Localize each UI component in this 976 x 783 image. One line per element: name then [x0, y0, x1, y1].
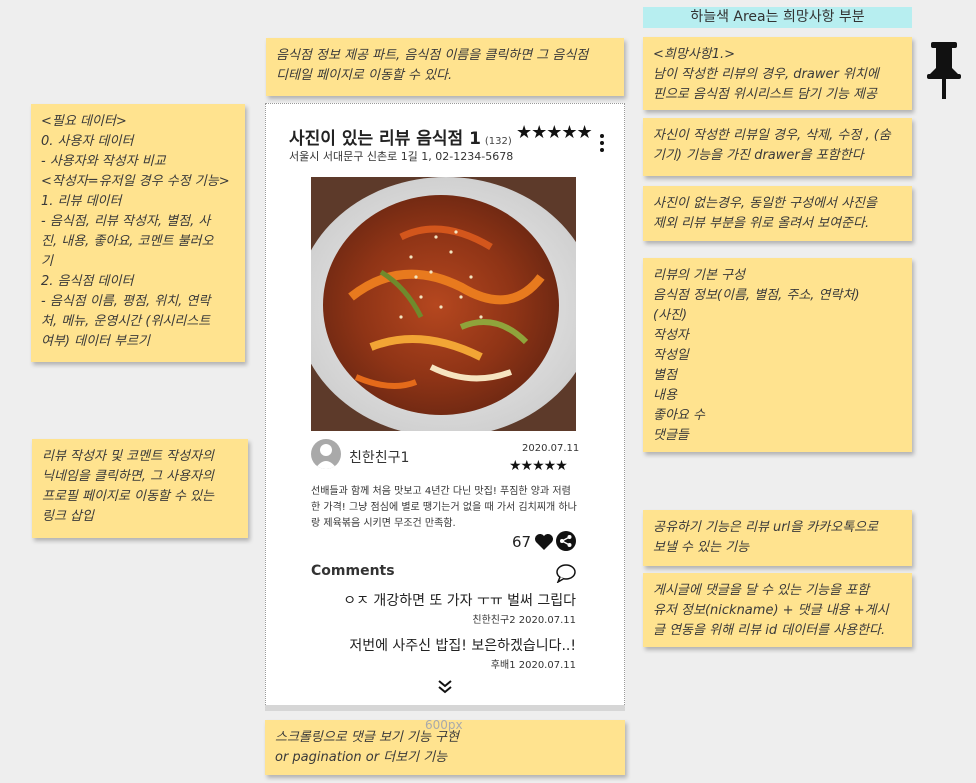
note-no-photo: 사진이 없는경우, 동일한 구성에서 사진을 제외 리뷰 부분을 위로 올려서 … [643, 186, 912, 241]
note-comment: 게시글에 댓글을 달 수 있는 기능을 포함 유저 정보(nickname) +… [643, 573, 912, 647]
note-required-data: <필요 데이터> 0. 사용자 데이터 - 사용자와 작성자 비교 <작성자=유… [31, 104, 245, 362]
review-content: 선배들과 함께 처음 맛보고 4년간 다닌 맛집! 푸짐한 양과 저렴한 가격!… [311, 486, 577, 529]
user-avatar-icon[interactable] [311, 439, 341, 469]
wishlist-area-header: 하늘색 Area는 희망사항 부분 [643, 7, 912, 28]
review-photo [311, 177, 576, 431]
width-label: 600px [425, 718, 463, 732]
restaurant-address: 서울시 서대문구 신촌로 1길 1, 02-1234-5678 [289, 150, 514, 163]
kebab-menu-icon[interactable] [599, 134, 605, 152]
card-bottom-bar [265, 705, 625, 711]
comment-meta-link[interactable]: 친한친구2 2020.07.11 [311, 611, 576, 626]
like-count: 67 [512, 533, 532, 551]
comment-text: ㅇㅈ 개강하면 또 가자 ㅜㅠ 벌써 그립다 [343, 593, 576, 609]
note-basic-structure: 리뷰의 기본 구성 음식점 정보(이름, 별점, 주소, 연락처) (사진) 작… [643, 258, 912, 452]
restaurant-name[interactable]: 사진이 있는 리뷰 음식점 1 [289, 129, 481, 149]
restaurant-name-link[interactable]: 사진이 있는 리뷰 음식점 1 (132) [289, 124, 512, 149]
comment-meta-link[interactable]: 후배1 2020.07.11 [311, 656, 576, 671]
comments-title: Comments [311, 563, 395, 579]
comment-text: 저번에 사주신 밥집! 보은하겠습니다..! [349, 638, 576, 654]
note-share: 공유하기 기능은 리뷰 url을 카카오톡으로 보낼 수 있는 기능 [643, 510, 912, 566]
review-card: 사진이 있는 리뷰 음식점 1 (132) ★★★★★ 서울시 서대문구 신촌로 … [265, 103, 625, 707]
review-stars: ★★★★★ [509, 458, 568, 474]
comment-icon[interactable] [555, 563, 577, 583]
share-icon[interactable] [556, 531, 576, 551]
heart-icon[interactable] [534, 533, 554, 551]
comment-item: 저번에 사주신 밥집! 보은하겠습니다..! 후배1 2020.07.11 [311, 635, 576, 671]
note-wish-pin: <희망사항1.> 남이 작성한 리뷰의 경우, drawer 위치에 핀으로 음… [643, 37, 912, 110]
review-count: (132) [484, 136, 512, 147]
review-date: 2020.07.11 [522, 443, 580, 454]
comment-item: ㅇㅈ 개강하면 또 가자 ㅜㅠ 벌써 그립다 친한친구2 2020.07.11 [311, 590, 576, 626]
pushpin-icon [927, 42, 961, 99]
restaurant-rating-stars: ★★★★★ [516, 122, 593, 143]
review-author-link[interactable]: 친한친구1 [349, 447, 409, 467]
chevron-double-down-icon[interactable] [437, 679, 453, 695]
note-own-drawer: 자신이 작성한 리뷰일 경우, 삭제, 수정 , (숨 기기) 기능을 가진 d… [643, 118, 912, 176]
note-profile-link: 리뷰 작성자 및 코멘트 작성자의 닉네임을 클릭하면, 그 사용자의 프로필 … [32, 439, 248, 538]
note-restaurant-info: 음식점 정보 제공 파트, 음식점 이름을 클릭하면 그 음식점 디테일 페이지… [266, 38, 624, 96]
